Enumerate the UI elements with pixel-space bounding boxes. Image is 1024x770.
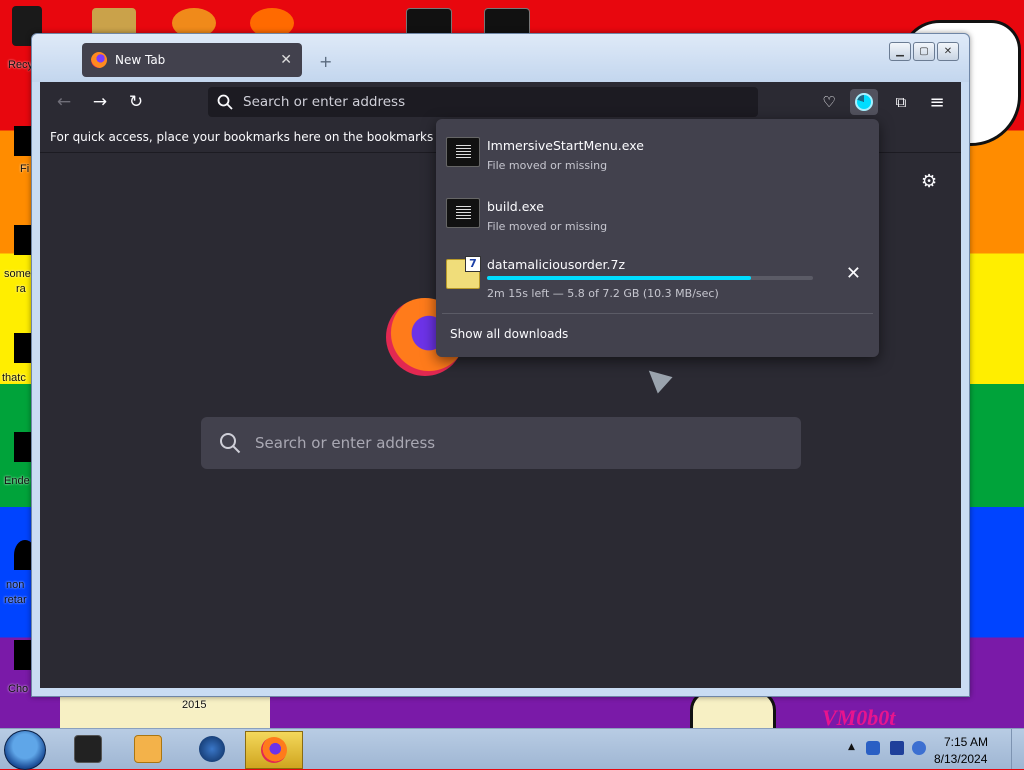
download-item[interactable]: build.exe File moved or missing — [436, 182, 879, 242]
tray-expand-icon[interactable]: ▲ — [848, 742, 855, 752]
wallpaper-year-label: 2015 — [182, 699, 207, 711]
forward-button[interactable]: → — [88, 90, 112, 114]
download-status: File moved or missing — [487, 159, 608, 172]
downloads-panel: ImmersiveStartMenu.exe File moved or mis… — [436, 119, 879, 357]
globe-icon — [199, 736, 225, 762]
download-filename: ImmersiveStartMenu.exe — [487, 138, 644, 153]
minimize-button[interactable]: ▁ — [889, 42, 911, 61]
tray-app-icon[interactable] — [866, 741, 880, 755]
panel-divider — [442, 313, 873, 314]
desktop-icon-label[interactable]: Ende — [4, 475, 30, 487]
reload-button[interactable]: ↻ — [124, 90, 148, 114]
tab-close-icon[interactable]: ✕ — [280, 52, 292, 68]
window-controls: ▁ ▢ ✕ — [889, 42, 959, 61]
download-progress-bar — [487, 276, 813, 280]
desktop-icon-label[interactable]: non — [6, 579, 24, 591]
downloads-button[interactable] — [850, 89, 878, 115]
exe-file-icon — [446, 198, 480, 228]
download-filename: build.exe — [487, 199, 544, 214]
bookmarks-message-text: For quick access, place your bookmarks h… — [50, 130, 483, 144]
close-window-button[interactable]: ✕ — [937, 42, 959, 61]
show-desktop-button[interactable] — [1011, 729, 1024, 769]
desktop-icon-label[interactable]: retar — [4, 594, 27, 606]
7z-archive-icon: 7 — [446, 256, 481, 289]
desktop-icon-label[interactable]: some — [4, 268, 31, 280]
nav-toolbar: ← → ↻ Search or enter address ♡ ⧉ ≡ — [40, 82, 961, 122]
black-box-icon — [74, 735, 102, 763]
window-titlebar[interactable]: New Tab ✕ + ▁ ▢ ✕ — [32, 34, 969, 82]
clock-time[interactable]: 7:15 AM — [944, 735, 988, 749]
system-tray: ▲ 7:15 AM 8/13/2024 — [840, 729, 1024, 769]
app-menu-button[interactable]: ≡ — [923, 89, 951, 115]
taskbar: ▲ 7:15 AM 8/13/2024 — [0, 728, 1024, 770]
download-status: 2m 15s left — 5.8 of 7.2 GB (10.3 MB/sec… — [487, 287, 719, 300]
show-all-downloads-button[interactable]: Show all downloads — [450, 327, 568, 341]
7z-badge: 7 — [465, 256, 481, 272]
back-button[interactable]: ← — [52, 90, 76, 114]
search-icon — [217, 94, 233, 110]
desktop-icon-label[interactable]: Fi — [20, 163, 29, 175]
extensions-button[interactable]: ⧉ — [887, 89, 915, 115]
maximize-button[interactable]: ▢ — [913, 42, 935, 61]
newtab-search-input[interactable]: Search or enter address — [201, 417, 801, 469]
taskbar-app[interactable] — [60, 731, 116, 767]
firefox-icon — [261, 737, 287, 763]
settings-gear-icon[interactable]: ⚙ — [921, 173, 939, 191]
newtab-search-placeholder: Search or enter address — [255, 434, 436, 452]
download-progress-icon — [855, 93, 873, 111]
firefox-favicon-icon — [91, 52, 107, 68]
tab-title: New Tab — [115, 53, 166, 67]
desktop-icon-label[interactable]: Recy — [8, 59, 33, 71]
tab-new-tab[interactable]: New Tab ✕ — [82, 43, 302, 77]
bookmarks-empty-message: For quick access, place your bookmarks h… — [50, 130, 497, 144]
network-icon[interactable] — [890, 741, 904, 755]
download-progress-fill — [487, 276, 752, 280]
taskbar-app[interactable] — [184, 731, 240, 767]
address-bar[interactable]: Search or enter address — [208, 87, 758, 117]
pocket-button[interactable]: ♡ — [815, 89, 843, 115]
taskbar-app[interactable] — [120, 731, 176, 767]
download-filename: datamaliciousorder.7z — [487, 257, 626, 272]
exe-file-icon — [446, 137, 480, 167]
desktop-icon-label[interactable]: ra — [16, 283, 26, 295]
desktop-icon-label[interactable]: Cho — [8, 683, 28, 695]
new-tab-button[interactable]: + — [319, 52, 332, 71]
clock-date[interactable]: 8/13/2024 — [934, 752, 987, 766]
download-item-active[interactable]: 7 datamaliciousorder.7z 2m 15s left — 5.… — [436, 243, 879, 303]
download-status: File moved or missing — [487, 220, 608, 233]
download-item[interactable]: ImmersiveStartMenu.exe File moved or mis… — [436, 121, 879, 181]
cancel-download-button[interactable]: ✕ — [846, 263, 861, 284]
desktop-icon-label[interactable]: thatc — [2, 372, 26, 384]
start-button[interactable] — [4, 730, 46, 770]
search-icon — [220, 433, 241, 454]
address-bar-placeholder: Search or enter address — [243, 94, 406, 110]
media-player-icon — [134, 735, 162, 763]
volume-icon[interactable] — [912, 741, 926, 755]
taskbar-firefox[interactable] — [245, 731, 303, 769]
